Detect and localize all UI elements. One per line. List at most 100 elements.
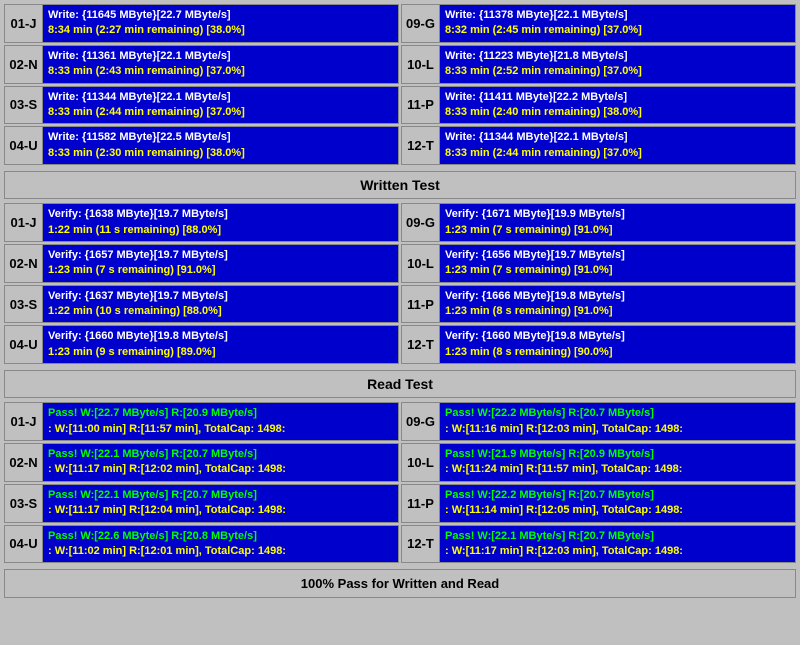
drive-label-11p-pass: 11-P — [402, 485, 440, 522]
verify-section-header: Read Test — [4, 370, 796, 398]
drive-cell-02n-pass: 02-N Pass! W:[22.1 MByte/s] R:[20.7 MByt… — [4, 443, 399, 482]
drive-cell-04u-write: 04-U Write: {11582 MByte}[22.5 MByte/s] … — [4, 126, 399, 165]
drive-line1-01j-write: Write: {11645 MByte}[22.7 MByte/s] — [48, 8, 393, 23]
drive-info-04u-write: Write: {11582 MByte}[22.5 MByte/s] 8:33 … — [43, 127, 398, 164]
drive-cell-12t-pass: 12-T Pass! W:[22.1 MByte/s] R:[20.7 MByt… — [401, 525, 796, 564]
write-section-header: Written Test — [4, 171, 796, 199]
drive-label-01j-write: 01-J — [5, 5, 43, 42]
drive-line1-02n-write: Write: {11361 MByte}[22.1 MByte/s] — [48, 49, 393, 64]
drive-line1-04u-verify: Verify: {1660 MByte}[19.8 MByte/s] — [48, 329, 393, 344]
drive-line2-10l-write: 8:33 min (2:52 min remaining) [37.0%] — [445, 64, 790, 79]
drive-info-12t-write: Write: {11344 MByte}[22.1 MByte/s] 8:33 … — [440, 127, 795, 164]
verify-section: 01-J Verify: {1638 MByte}[19.7 MByte/s] … — [4, 203, 796, 400]
drive-line1-01j-verify: Verify: {1638 MByte}[19.7 MByte/s] — [48, 207, 393, 222]
drive-line1-10l-write: Write: {11223 MByte}[21.8 MByte/s] — [445, 49, 790, 64]
drive-label-09g-verify: 09-G — [402, 204, 440, 241]
drive-cell-10l-verify: 10-L Verify: {1656 MByte}[19.7 MByte/s] … — [401, 244, 796, 283]
drive-line2-11p-write: 8:33 min (2:40 min remaining) [38.0%] — [445, 105, 790, 120]
drive-line2-10l-verify: 1:23 min (7 s remaining) [91.0%] — [445, 263, 790, 278]
drive-line1-03s-verify: Verify: {1637 MByte}[19.7 MByte/s] — [48, 289, 393, 304]
drive-info-02n-verify: Verify: {1657 MByte}[19.7 MByte/s] 1:23 … — [43, 245, 398, 282]
pass-section: 01-J Pass! W:[22.7 MByte/s] R:[20.9 MByt… — [4, 402, 796, 565]
drive-line1-04u-pass: Pass! W:[22.6 MByte/s] R:[20.8 MByte/s] — [48, 529, 393, 544]
drive-info-12t-pass: Pass! W:[22.1 MByte/s] R:[20.7 MByte/s] … — [440, 526, 795, 563]
drive-label-02n-verify: 02-N — [5, 245, 43, 282]
drive-line2-02n-pass: : W:[11:17 min] R:[12:02 min], TotalCap:… — [48, 462, 393, 477]
write-row-1: 01-J Write: {11645 MByte}[22.7 MByte/s] … — [4, 4, 796, 43]
drive-label-10l-verify: 10-L — [402, 245, 440, 282]
verify-row-3: 03-S Verify: {1637 MByte}[19.7 MByte/s] … — [4, 285, 796, 324]
drive-line2-01j-verify: 1:22 min (11 s remaining) [88.0%] — [48, 223, 393, 238]
drive-info-01j-pass: Pass! W:[22.7 MByte/s] R:[20.9 MByte/s] … — [43, 403, 398, 440]
drive-cell-02n-verify: 02-N Verify: {1657 MByte}[19.7 MByte/s] … — [4, 244, 399, 283]
drive-info-02n-pass: Pass! W:[22.1 MByte/s] R:[20.7 MByte/s] … — [43, 444, 398, 481]
drive-info-11p-verify: Verify: {1666 MByte}[19.8 MByte/s] 1:23 … — [440, 286, 795, 323]
drive-cell-03s-pass: 03-S Pass! W:[22.1 MByte/s] R:[20.7 MByt… — [4, 484, 399, 523]
drive-line2-02n-verify: 1:23 min (7 s remaining) [91.0%] — [48, 263, 393, 278]
drive-cell-03s-verify: 03-S Verify: {1637 MByte}[19.7 MByte/s] … — [4, 285, 399, 324]
drive-line1-11p-pass: Pass! W:[22.2 MByte/s] R:[20.7 MByte/s] — [445, 488, 790, 503]
drive-line2-11p-pass: : W:[11:14 min] R:[12:05 min], TotalCap:… — [445, 503, 790, 518]
drive-cell-12t-verify: 12-T Verify: {1660 MByte}[19.8 MByte/s] … — [401, 325, 796, 364]
drive-label-03s-verify: 03-S — [5, 286, 43, 323]
drive-line2-03s-pass: : W:[11:17 min] R:[12:04 min], TotalCap:… — [48, 503, 393, 518]
drive-info-02n-write: Write: {11361 MByte}[22.1 MByte/s] 8:33 … — [43, 46, 398, 83]
drive-line2-11p-verify: 1:23 min (8 s remaining) [91.0%] — [445, 304, 790, 319]
drive-label-12t-pass: 12-T — [402, 526, 440, 563]
drive-label-12t-verify: 12-T — [402, 326, 440, 363]
drive-label-04u-verify: 04-U — [5, 326, 43, 363]
drive-line2-12t-pass: : W:[11:17 min] R:[12:03 min], TotalCap:… — [445, 544, 790, 559]
footer-bar: 100% Pass for Written and Read — [4, 569, 796, 598]
drive-label-09g-write: 09-G — [402, 5, 440, 42]
drive-cell-11p-write: 11-P Write: {11411 MByte}[22.2 MByte/s] … — [401, 86, 796, 125]
drive-cell-09g-pass: 09-G Pass! W:[22.2 MByte/s] R:[20.7 MByt… — [401, 402, 796, 441]
drive-label-10l-write: 10-L — [402, 46, 440, 83]
pass-row-1: 01-J Pass! W:[22.7 MByte/s] R:[20.9 MByt… — [4, 402, 796, 441]
drive-cell-01j-verify: 01-J Verify: {1638 MByte}[19.7 MByte/s] … — [4, 203, 399, 242]
drive-line2-03s-verify: 1:22 min (10 s remaining) [88.0%] — [48, 304, 393, 319]
drive-cell-10l-write: 10-L Write: {11223 MByte}[21.8 MByte/s] … — [401, 45, 796, 84]
drive-info-03s-verify: Verify: {1637 MByte}[19.7 MByte/s] 1:22 … — [43, 286, 398, 323]
drive-info-03s-write: Write: {11344 MByte}[22.1 MByte/s] 8:33 … — [43, 87, 398, 124]
verify-row-4: 04-U Verify: {1660 MByte}[19.8 MByte/s] … — [4, 325, 796, 364]
write-section: 01-J Write: {11645 MByte}[22.7 MByte/s] … — [4, 4, 796, 201]
drive-line1-10l-verify: Verify: {1656 MByte}[19.7 MByte/s] — [445, 248, 790, 263]
drive-cell-04u-verify: 04-U Verify: {1660 MByte}[19.8 MByte/s] … — [4, 325, 399, 364]
drive-line1-12t-verify: Verify: {1660 MByte}[19.8 MByte/s] — [445, 329, 790, 344]
drive-line2-02n-write: 8:33 min (2:43 min remaining) [37.0%] — [48, 64, 393, 79]
drive-label-01j-verify: 01-J — [5, 204, 43, 241]
drive-label-12t-write: 12-T — [402, 127, 440, 164]
drive-line2-12t-verify: 1:23 min (8 s remaining) [90.0%] — [445, 345, 790, 360]
drive-line2-09g-verify: 1:23 min (7 s remaining) [91.0%] — [445, 223, 790, 238]
drive-info-09g-verify: Verify: {1671 MByte}[19.9 MByte/s] 1:23 … — [440, 204, 795, 241]
drive-info-10l-write: Write: {11223 MByte}[21.8 MByte/s] 8:33 … — [440, 46, 795, 83]
drive-info-11p-write: Write: {11411 MByte}[22.2 MByte/s] 8:33 … — [440, 87, 795, 124]
drive-cell-09g-verify: 09-G Verify: {1671 MByte}[19.9 MByte/s] … — [401, 203, 796, 242]
drive-line1-12t-write: Write: {11344 MByte}[22.1 MByte/s] — [445, 130, 790, 145]
drive-info-01j-write: Write: {11645 MByte}[22.7 MByte/s] 8:34 … — [43, 5, 398, 42]
drive-label-09g-pass: 09-G — [402, 403, 440, 440]
drive-cell-11p-verify: 11-P Verify: {1666 MByte}[19.8 MByte/s] … — [401, 285, 796, 324]
drive-line2-12t-write: 8:33 min (2:44 min remaining) [37.0%] — [445, 146, 790, 161]
pass-row-3: 03-S Pass! W:[22.1 MByte/s] R:[20.7 MByt… — [4, 484, 796, 523]
drive-line1-10l-pass: Pass! W:[21.9 MByte/s] R:[20.9 MByte/s] — [445, 447, 790, 462]
pass-row-2: 02-N Pass! W:[22.1 MByte/s] R:[20.7 MByt… — [4, 443, 796, 482]
drive-line1-12t-pass: Pass! W:[22.1 MByte/s] R:[20.7 MByte/s] — [445, 529, 790, 544]
drive-info-04u-pass: Pass! W:[22.6 MByte/s] R:[20.8 MByte/s] … — [43, 526, 398, 563]
drive-line2-09g-pass: : W:[11:16 min] R:[12:03 min], TotalCap:… — [445, 422, 790, 437]
drive-cell-01j-write: 01-J Write: {11645 MByte}[22.7 MByte/s] … — [4, 4, 399, 43]
drive-label-03s-pass: 03-S — [5, 485, 43, 522]
drive-info-10l-verify: Verify: {1656 MByte}[19.7 MByte/s] 1:23 … — [440, 245, 795, 282]
drive-line2-01j-pass: : W:[11:00 min] R:[11:57 min], TotalCap:… — [48, 422, 393, 437]
drive-info-03s-pass: Pass! W:[22.1 MByte/s] R:[20.7 MByte/s] … — [43, 485, 398, 522]
drive-label-11p-write: 11-P — [402, 87, 440, 124]
drive-label-10l-pass: 10-L — [402, 444, 440, 481]
drive-label-11p-verify: 11-P — [402, 286, 440, 323]
drive-cell-09g-write: 09-G Write: {11378 MByte}[22.1 MByte/s] … — [401, 4, 796, 43]
verify-row-2: 02-N Verify: {1657 MByte}[19.7 MByte/s] … — [4, 244, 796, 283]
write-row-4: 04-U Write: {11582 MByte}[22.5 MByte/s] … — [4, 126, 796, 165]
drive-info-11p-pass: Pass! W:[22.2 MByte/s] R:[20.7 MByte/s] … — [440, 485, 795, 522]
drive-info-12t-verify: Verify: {1660 MByte}[19.8 MByte/s] 1:23 … — [440, 326, 795, 363]
drive-cell-10l-pass: 10-L Pass! W:[21.9 MByte/s] R:[20.9 MByt… — [401, 443, 796, 482]
drive-line1-09g-pass: Pass! W:[22.2 MByte/s] R:[20.7 MByte/s] — [445, 406, 790, 421]
